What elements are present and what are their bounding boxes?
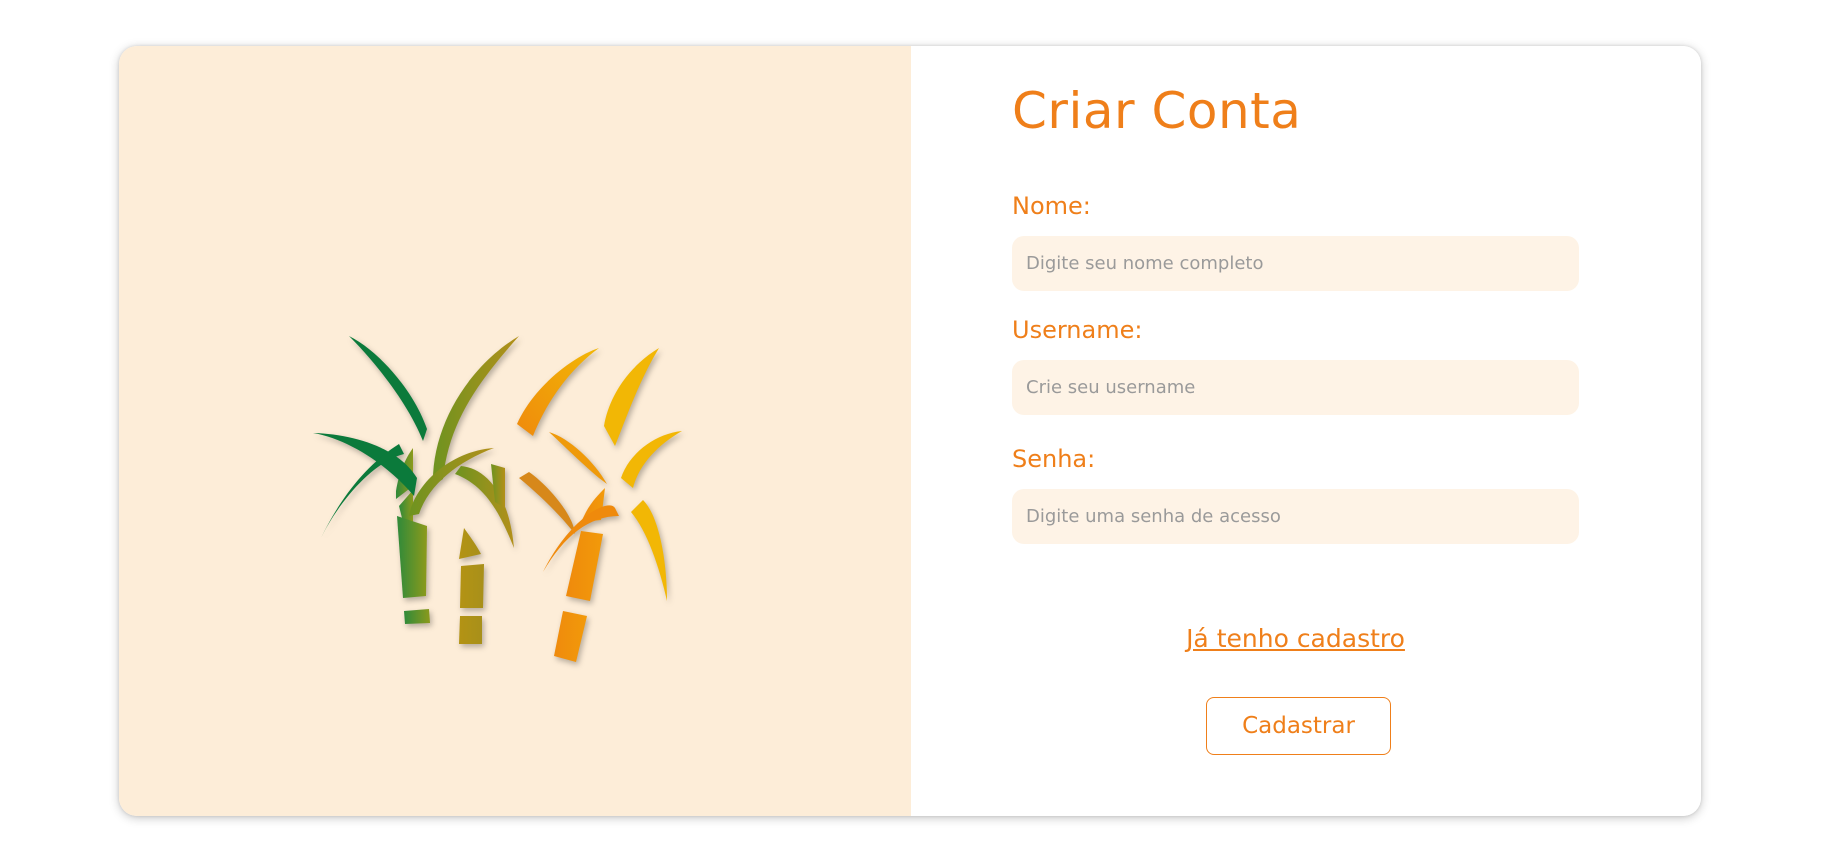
password-input[interactable] [1012,489,1579,544]
password-label: Senha: [1012,445,1096,473]
username-label: Username: [1012,316,1143,344]
login-link[interactable]: Já tenho cadastro [1012,624,1579,653]
name-input[interactable] [1012,236,1579,291]
signup-card: Criar Conta Nome: Username: Senha: Já te… [119,46,1701,816]
name-label: Nome: [1012,192,1091,220]
sugarcane-icon [313,336,682,662]
username-input[interactable] [1012,360,1579,415]
illustration-panel [119,46,911,816]
submit-button[interactable]: Cadastrar [1206,697,1391,755]
form-panel: Criar Conta Nome: Username: Senha: Já te… [911,46,1701,816]
page-title: Criar Conta [1012,82,1302,140]
